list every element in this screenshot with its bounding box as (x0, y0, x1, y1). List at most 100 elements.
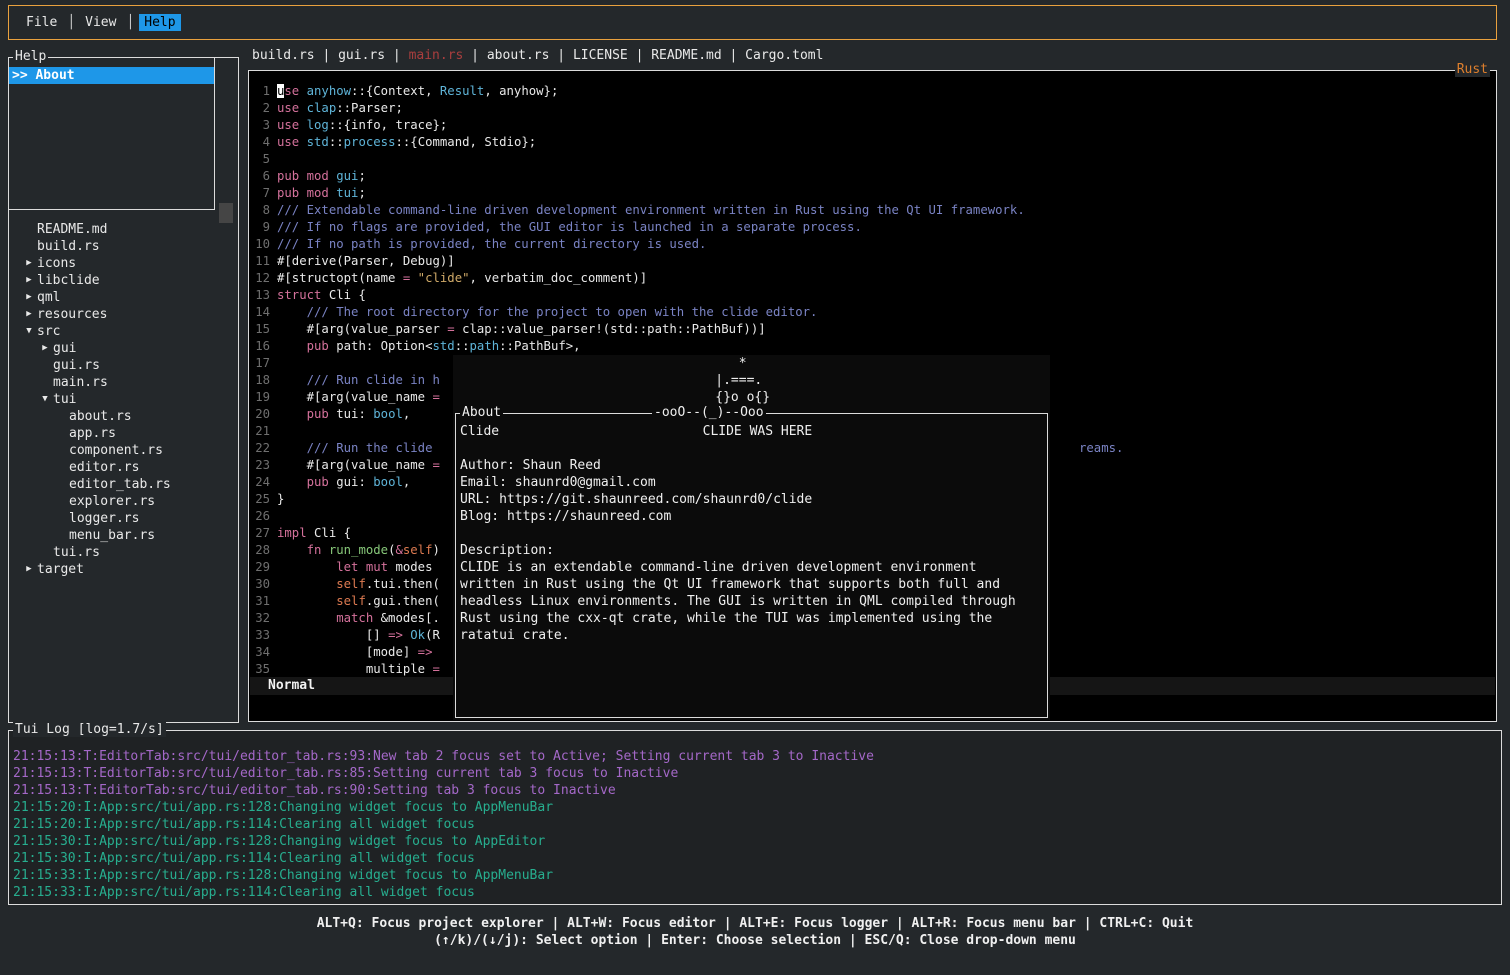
code-line[interactable]: 2use clap::Parser; (250, 100, 1495, 117)
menu-item-help[interactable]: Help (139, 14, 180, 31)
line-number: 12 (250, 270, 270, 287)
line-number: 26 (250, 508, 270, 525)
code-line[interactable]: 5 (250, 151, 1495, 168)
line-number: 20 (250, 406, 270, 423)
tree-item-src[interactable]: ▼src (9, 323, 238, 340)
line-number: 24 (250, 474, 270, 491)
code-line[interactable]: 11#[derive(Parser, Debug)] (250, 253, 1495, 270)
tree-item-about-rs[interactable]: about.rs (9, 408, 238, 425)
code-text: #[arg(value_parser = clap::value_parser!… (277, 321, 766, 338)
code-token: Cli { (314, 526, 351, 540)
code-token: ; (358, 186, 365, 200)
explorer-scrollbar-thumb[interactable] (219, 203, 233, 223)
code-line[interactable]: 3use log::{info, trace}; (250, 117, 1495, 134)
line-number: 2 (250, 100, 270, 117)
menu-separator: │ (121, 15, 139, 30)
tab-separator: | (549, 48, 572, 65)
line-number: 3 (250, 117, 270, 134)
code-line[interactable]: 14 /// The root directory for the projec… (250, 304, 1495, 321)
help-dropdown-items: >> About (9, 67, 214, 84)
code-text: impl Cli { (277, 525, 351, 542)
tree-item-libclide[interactable]: ▶libclide (9, 272, 238, 289)
menu-bar: File│View│Help (8, 5, 1497, 40)
code-line[interactable]: 12#[structopt(name = "clide", verbatim_d… (250, 270, 1495, 287)
tree-item-editor-rs[interactable]: editor.rs (9, 459, 238, 476)
tab-license[interactable]: LICENSE (573, 48, 628, 65)
tree-item-label: editor_tab.rs (69, 476, 171, 493)
code-line[interactable]: 8/// Extendable command-line driven deve… (250, 202, 1495, 219)
tree-item-target[interactable]: ▶target (9, 561, 238, 578)
code-line[interactable]: 4use std::process::{Command, Stdio}; (250, 134, 1495, 151)
code-text: /// If no path is provided, the current … (277, 236, 706, 253)
tree-indent (21, 238, 37, 255)
code-line[interactable]: 7pub mod tui; (250, 185, 1495, 202)
tree-item-label: tui.rs (53, 544, 100, 561)
menu-item-file[interactable]: File (21, 14, 62, 31)
tree-item-tui-rs[interactable]: tui.rs (9, 544, 238, 561)
log-entry: 21:15:13:T:EditorTab:src/tui/editor_tab.… (13, 765, 1499, 782)
chevron-right-icon: ▶ (21, 272, 37, 289)
code-token: , verbatim_doc_comment)] (470, 271, 648, 285)
code-token: process (344, 135, 396, 149)
tree-item-main-rs[interactable]: main.rs (9, 374, 238, 391)
code-line[interactable]: 10/// If no path is provided, the curren… (250, 236, 1495, 253)
tree-item-resources[interactable]: ▶resources (9, 306, 238, 323)
code-line[interactable]: 16 pub path: Option<std::path::PathBuf>, (250, 338, 1495, 355)
log-entry: 21:15:30:I:App:src/tui/app.rs:128:Changi… (13, 833, 1499, 850)
code-token: self (403, 543, 433, 557)
tree-item-tui[interactable]: ▼tui (9, 391, 238, 408)
code-token: struct (277, 288, 329, 302)
tree-indent (53, 527, 69, 544)
tab-gui-rs[interactable]: gui.rs (338, 48, 385, 65)
tree-item-logger-rs[interactable]: logger.rs (9, 510, 238, 527)
tree-item-app-rs[interactable]: app.rs (9, 425, 238, 442)
code-line[interactable]: 13struct Cli { (250, 287, 1495, 304)
tree-item-label: component.rs (69, 442, 163, 459)
code-fragment-right: reams. (1079, 440, 1123, 457)
tree-item-build-rs[interactable]: build.rs (9, 238, 238, 255)
line-number: 31 (250, 593, 270, 610)
about-dialog-body: Clide CLIDE WAS HERE Author: Shaun Reed … (460, 423, 1016, 644)
code-line[interactable]: 1use anyhow::{Context, Result, anyhow}; (250, 83, 1495, 100)
keybinding-hints-line2: (↑/k)/(↓/j): Select option | Enter: Choo… (0, 932, 1510, 949)
dropdown-item-about[interactable]: >> About (9, 67, 214, 84)
code-token: match (277, 611, 381, 625)
tree-indent (53, 476, 69, 493)
tree-item-gui-rs[interactable]: gui.rs (9, 357, 238, 374)
tree-item-gui[interactable]: ▶gui (9, 340, 238, 357)
line-number: 15 (250, 321, 270, 338)
code-token: use (277, 118, 307, 132)
menu-item-view[interactable]: View (80, 14, 121, 31)
log-panel[interactable]: Tui Log [log=1.7/s] 21:15:13:T:EditorTab… (8, 730, 1502, 905)
code-text: /// If no flags are provided, the GUI ed… (277, 219, 862, 236)
tree-item-explorer-rs[interactable]: explorer.rs (9, 493, 238, 510)
code-token: pub (277, 339, 336, 353)
tree-item-icons[interactable]: ▶icons (9, 255, 238, 272)
code-text: use anyhow::{Context, Result, anyhow}; (277, 83, 558, 100)
code-line[interactable]: 15 #[arg(value_parser = clap::value_pars… (250, 321, 1495, 338)
tab-build-rs[interactable]: build.rs (252, 48, 315, 65)
tab-separator: | (385, 48, 408, 65)
line-number: 25 (250, 491, 270, 508)
keybinding-hints-line1: ALT+Q: Focus project explorer | ALT+W: F… (0, 915, 1510, 932)
tab-about-rs[interactable]: about.rs (487, 48, 550, 65)
tree-item-qml[interactable]: ▶qml (9, 289, 238, 306)
code-line[interactable]: 6pub mod gui; (250, 168, 1495, 185)
tree-item-readme-md[interactable]: README.md (9, 221, 238, 238)
code-line[interactable]: 9/// If no flags are provided, the GUI e… (250, 219, 1495, 236)
chevron-right-icon: ▶ (21, 255, 37, 272)
code-token (277, 577, 336, 591)
tab-readme-md[interactable]: README.md (651, 48, 721, 65)
tree-item-component-rs[interactable]: component.rs (9, 442, 238, 459)
code-token: clap::value_parser!(std::path::PathBuf))… (462, 322, 766, 336)
code-token: path: Option< (336, 339, 432, 353)
tab-main-rs[interactable]: main.rs (409, 48, 464, 65)
tab-cargo-toml[interactable]: Cargo.toml (745, 48, 823, 65)
tree-item-editor-tab-rs[interactable]: editor_tab.rs (9, 476, 238, 493)
chevron-right-icon: ▶ (21, 561, 37, 578)
tree-indent (53, 459, 69, 476)
tree-item-menu-bar-rs[interactable]: menu_bar.rs (9, 527, 238, 544)
file-tree: README.md build.rs▶icons▶libclide▶qml▶re… (9, 221, 238, 578)
code-token: fn (277, 543, 329, 557)
tab-separator: | (722, 48, 745, 65)
